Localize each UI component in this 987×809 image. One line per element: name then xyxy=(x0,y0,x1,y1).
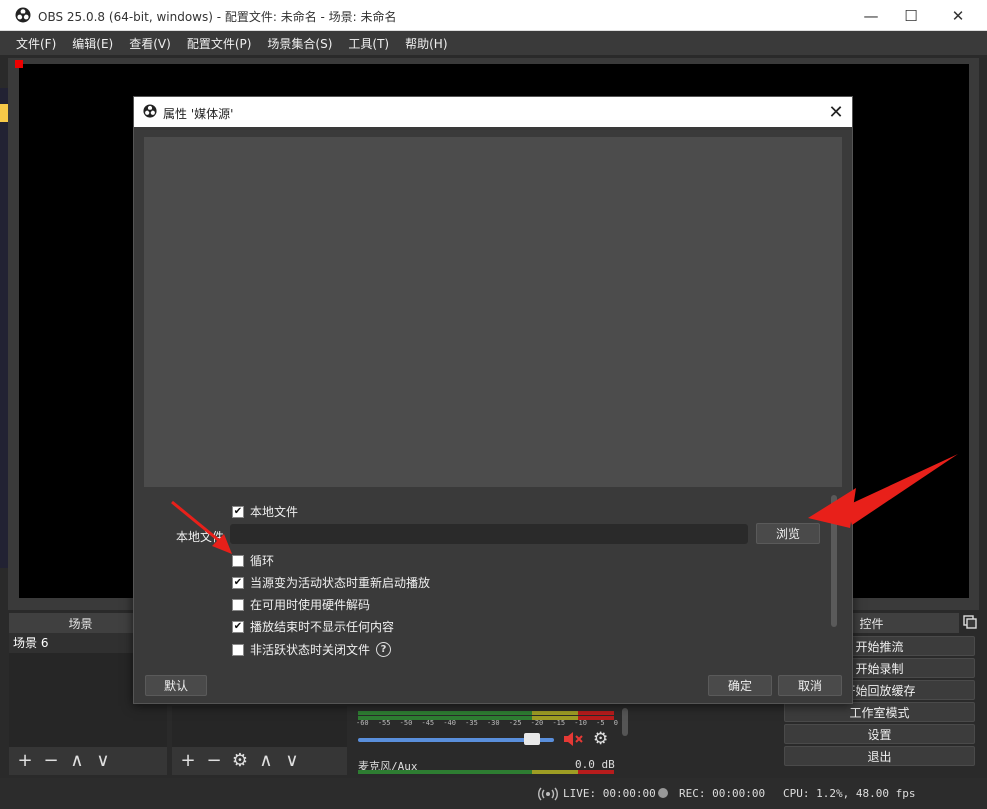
source-settings-gear-icon[interactable]: ⚙ xyxy=(230,751,250,771)
move-scene-up-button[interactable]: ∧ xyxy=(67,751,87,771)
menu-tools[interactable]: 工具(T) xyxy=(340,35,397,52)
gear-icon[interactable]: ⚙ xyxy=(593,729,613,749)
scenes-toolbar: + − ∧ ∨ xyxy=(9,747,167,775)
meter-tick-label: -5 xyxy=(596,719,605,727)
menu-scene-collection[interactable]: 场景集合(S) xyxy=(259,35,340,52)
dialog-close-button[interactable]: ✕ xyxy=(824,100,848,124)
meter-tick-label: -50 xyxy=(399,719,413,727)
obs-logo-icon xyxy=(15,7,31,23)
desktop-icon xyxy=(0,104,8,122)
restart-on-activate-label: 当源变为活动状态时重新启动播放 xyxy=(250,576,431,590)
status-bar: LIVE: 00:00:00 REC: 00:00:00 CPU: 1.2%, … xyxy=(0,778,987,809)
meter-tick-label: -55 xyxy=(377,719,391,727)
local-file-label: 本地文件 xyxy=(176,530,225,544)
local-file-path-input[interactable] xyxy=(230,524,748,544)
menu-bar: 文件(F) 编辑(E) 查看(V) 配置文件(P) 场景集合(S) 工具(T) … xyxy=(0,31,987,55)
dialog-scrollbar-thumb[interactable] xyxy=(831,495,837,627)
option-restart-on-activate[interactable]: ✔ 当源变为活动状态时重新启动播放 xyxy=(232,574,430,591)
local-file-checkbox-label: 本地文件 xyxy=(250,505,299,519)
browse-button[interactable]: 浏览 xyxy=(756,523,820,544)
menu-help[interactable]: 帮助(H) xyxy=(397,35,455,52)
rec-time: REC: 00:00:00 xyxy=(679,787,766,800)
move-source-down-button[interactable]: ∨ xyxy=(282,751,302,771)
remove-source-button[interactable]: − xyxy=(204,751,224,771)
menu-file[interactable]: 文件(F) xyxy=(8,35,64,52)
media-preview xyxy=(144,137,842,487)
loop-label: 循环 xyxy=(250,554,275,568)
volume-slider-handle[interactable] xyxy=(524,733,541,745)
meter-tick-label: -30 xyxy=(486,719,500,727)
dialog-scrollbar[interactable] xyxy=(830,495,838,627)
cpu-fps: CPU: 1.2%, 48.00 fps xyxy=(783,787,916,800)
live-time: LIVE: 00:00:00 xyxy=(563,787,656,800)
meter-tick-label: -15 xyxy=(552,719,566,727)
restart-on-activate-checkbox[interactable]: ✔ xyxy=(232,576,244,589)
local-file-checkbox-row[interactable]: ✔ 本地文件 xyxy=(232,503,298,520)
record-dot-icon xyxy=(658,788,668,798)
meter-scale: -60 -55 -50 -45 -40 -35 -30 -25 -20 -15 -10 -5 0 xyxy=(356,719,618,727)
obs-logo-icon xyxy=(143,104,157,118)
studio-mode-button[interactable]: 工作室模式 xyxy=(784,702,975,722)
dialog-titlebar: 属性 '媒体源' ✕ xyxy=(134,97,852,127)
settings-button[interactable]: 设置 xyxy=(784,724,975,744)
sources-list xyxy=(172,706,347,748)
hide-on-end-label: 播放结束时不显示任何内容 xyxy=(250,620,395,634)
meter-tick-label: -35 xyxy=(465,719,478,727)
hide-on-end-checkbox[interactable]: ✔ xyxy=(232,620,244,633)
window-titlebar: OBS 25.0.8 (64-bit, windows) - 配置文件: 未命名… xyxy=(0,0,987,31)
live-icon xyxy=(538,787,558,801)
local-file-checkbox[interactable]: ✔ xyxy=(232,505,244,518)
meter-tick-label: -25 xyxy=(508,719,522,727)
default-button[interactable]: 默认 xyxy=(145,675,207,696)
level-meter-top xyxy=(358,711,614,715)
sources-toolbar: + − ⚙ ∧ ∨ xyxy=(172,747,347,775)
properties-dialog: 属性 '媒体源' ✕ ✔ 本地文件 本地文件 浏览 循环 ✔ 当源变为活动状态时… xyxy=(133,96,853,704)
option-loop[interactable]: 循环 xyxy=(232,552,274,569)
ok-button[interactable]: 确定 xyxy=(708,675,772,696)
hardware-decoding-checkbox[interactable] xyxy=(232,598,244,611)
remove-scene-button[interactable]: − xyxy=(41,751,61,771)
option-close-when-inactive[interactable]: 非活跃状态时关闭文件 ? xyxy=(232,641,392,658)
cancel-button[interactable]: 取消 xyxy=(778,675,842,696)
dialog-title: 属性 '媒体源' xyxy=(163,107,234,121)
meter-tick-label: -10 xyxy=(574,719,587,727)
meter-tick-label: -20 xyxy=(530,719,544,727)
move-source-up-button[interactable]: ∧ xyxy=(256,751,276,771)
hardware-decoding-label: 在可用时使用硬件解码 xyxy=(250,598,371,612)
move-scene-down-button[interactable]: ∨ xyxy=(93,751,113,771)
exit-button[interactable]: 退出 xyxy=(784,746,975,766)
meter-tick-label: -45 xyxy=(421,719,435,727)
maximize-button[interactable]: ☐ xyxy=(888,0,934,31)
window-title: OBS 25.0.8 (64-bit, windows) - 配置文件: 未命名… xyxy=(38,10,397,24)
source-handle[interactable] xyxy=(15,60,23,68)
help-icon[interactable]: ? xyxy=(376,642,392,657)
meter-tick-label: -40 xyxy=(443,719,456,727)
desktop-edge xyxy=(0,88,8,568)
meter-tick-label: -60 xyxy=(356,719,369,727)
close-when-inactive-label: 非活跃状态时关闭文件 xyxy=(250,643,371,657)
add-source-button[interactable]: + xyxy=(178,751,198,771)
option-hide-on-end[interactable]: ✔ 播放结束时不显示任何内容 xyxy=(232,618,394,635)
loop-checkbox[interactable] xyxy=(232,554,244,567)
close-button[interactable]: ✕ xyxy=(935,0,981,31)
close-when-inactive-checkbox[interactable] xyxy=(232,643,244,656)
add-scene-button[interactable]: + xyxy=(15,751,35,771)
float-icon[interactable] xyxy=(963,615,977,629)
menu-view[interactable]: 查看(V) xyxy=(121,35,179,52)
scenes-dock-title: 场景 xyxy=(9,613,152,633)
menu-edit[interactable]: 编辑(E) xyxy=(64,35,121,52)
level-meter-second xyxy=(358,770,614,774)
menu-profile[interactable]: 配置文件(P) xyxy=(179,35,260,52)
mute-icon[interactable] xyxy=(562,729,586,749)
mixer-scrollbar[interactable] xyxy=(622,708,628,736)
meter-tick-label: 0 xyxy=(613,719,618,727)
option-hardware-decoding[interactable]: 在可用时使用硬件解码 xyxy=(232,596,370,613)
